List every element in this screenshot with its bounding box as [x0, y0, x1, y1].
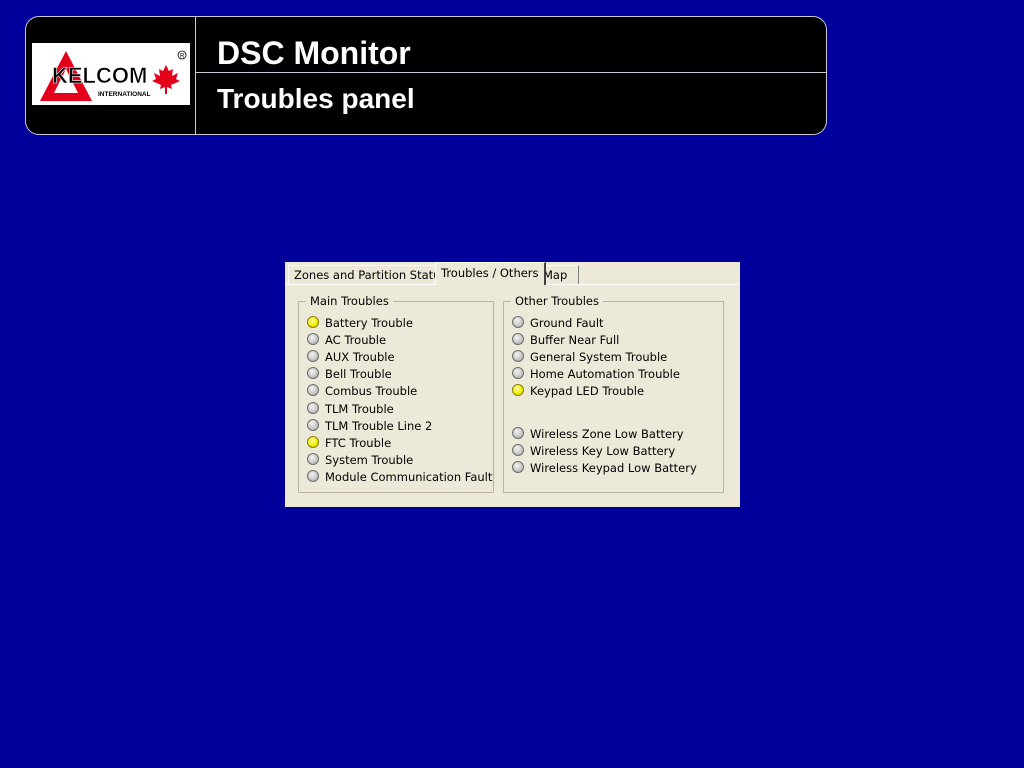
- status-led-icon: [307, 418, 319, 431]
- status-led-icon: [307, 384, 319, 397]
- kelcom-logo: KELCOM INTERNATIONAL R: [32, 43, 190, 105]
- status-led-icon: [512, 333, 524, 345]
- indicator-label: AC Trouble: [325, 333, 387, 348]
- logo-subtext: INTERNATIONAL: [98, 91, 151, 98]
- other-troubles-legend: Other Troubles: [511, 294, 604, 308]
- indicator-combus-trouble: Combus Trouble: [307, 383, 417, 399]
- indicator-wireless-key-low-battery: Wireless Key Low Battery: [512, 443, 675, 459]
- indicator-ac-trouble: AC Trouble: [307, 332, 386, 348]
- indicator-label: Wireless Key Low Battery: [530, 444, 676, 458]
- indicator-home-automation-trouble: Home Automation Trouble: [512, 366, 680, 382]
- status-led-icon: [307, 350, 319, 363]
- indicator-system-trouble: System Trouble: [307, 452, 413, 468]
- title-divider: [196, 72, 826, 73]
- status-led-icon: [307, 469, 319, 482]
- status-led-icon: [307, 401, 319, 414]
- indicator-label: Home Automation Trouble: [530, 367, 680, 381]
- logo-text: KELCOM: [52, 63, 147, 88]
- indicator-buffer-near-full: Buffer Near Full: [512, 332, 619, 348]
- indicator-keypad-led-trouble: Keypad LED Trouble: [512, 383, 644, 399]
- indicator-label: FTC Trouble: [325, 435, 392, 450]
- indicator-label: Wireless Zone Low Battery: [530, 427, 684, 441]
- indicator-ground-fault: Ground Fault: [512, 315, 604, 331]
- indicator-tlm-trouble-line-2: TLM Trouble Line 2: [307, 418, 432, 434]
- indicator-module-communication-fault: Module Communication Fault: [307, 469, 492, 485]
- indicator-label: Battery Trouble: [325, 316, 413, 330]
- indicator-label: Ground Fault: [530, 316, 604, 330]
- status-led-icon: [512, 444, 524, 456]
- indicator-label: Module Communication Fault: [325, 469, 493, 484]
- indicator-battery-trouble: Battery Trouble: [307, 315, 413, 331]
- indicator-general-system-trouble: General System Trouble: [512, 349, 667, 365]
- status-led-icon: [307, 367, 319, 380]
- status-led-icon: [512, 384, 524, 396]
- indicator-label: Combus Trouble: [325, 384, 418, 399]
- status-led-icon: [512, 316, 524, 328]
- indicator-label: TLM Trouble: [325, 401, 394, 416]
- indicator-wireless-zone-low-battery: Wireless Zone Low Battery: [512, 426, 684, 442]
- indicator-label: Keypad LED Trouble: [530, 384, 645, 398]
- troubles-dialog: Zones and Partition Status Troubles / Ot…: [285, 262, 740, 507]
- indicator-wireless-keypad-low-battery: Wireless Keypad Low Battery: [512, 460, 697, 476]
- tab-zones-partition-status[interactable]: Zones and Partition Status: [288, 265, 453, 284]
- svg-text:R: R: [180, 54, 185, 60]
- main-troubles-legend: Main Troubles: [306, 294, 393, 308]
- indicator-ftc-trouble: FTC Trouble: [307, 435, 391, 451]
- indicator-label: TLM Trouble Line 2: [325, 418, 433, 433]
- indicator-label: Wireless Keypad Low Battery: [530, 461, 697, 475]
- title-cell: DSC Monitor Troubles panel: [196, 17, 826, 134]
- header-banner: KELCOM INTERNATIONAL R DSC Monitor Troub…: [25, 16, 827, 135]
- status-led-icon: [512, 350, 524, 362]
- status-led-icon: [512, 367, 524, 379]
- main-troubles-group: Main Troubles Battery Trouble AC Trouble A…: [298, 294, 494, 493]
- status-led-icon: [307, 333, 319, 346]
- indicator-label: General System Trouble: [530, 350, 668, 364]
- page-title: DSC Monitor: [217, 35, 411, 71]
- indicator-aux-trouble: AUX Trouble: [307, 349, 395, 365]
- indicator-label: Buffer Near Full: [530, 333, 620, 347]
- logo-cell: KELCOM INTERNATIONAL R: [26, 17, 196, 134]
- status-led-icon: [307, 452, 319, 465]
- other-troubles-group: Other Troubles Ground Fault Buffer Near F…: [503, 294, 724, 493]
- indicator-tlm-trouble: TLM Trouble: [307, 401, 394, 417]
- page-subtitle: Troubles panel: [217, 83, 415, 114]
- status-led-icon: [512, 427, 524, 439]
- indicator-label: Bell Trouble: [325, 367, 392, 382]
- status-led-icon: [307, 435, 319, 448]
- indicator-label: System Trouble: [325, 452, 414, 467]
- tab-bar: Zones and Partition Status Troubles / Ot…: [285, 262, 740, 285]
- indicator-bell-trouble: Bell Trouble: [307, 366, 392, 382]
- indicator-label: AUX Trouble: [325, 350, 395, 365]
- status-led-icon: [307, 316, 319, 328]
- status-led-icon: [512, 461, 524, 473]
- tab-troubles-others[interactable]: Troubles / Others: [435, 262, 546, 285]
